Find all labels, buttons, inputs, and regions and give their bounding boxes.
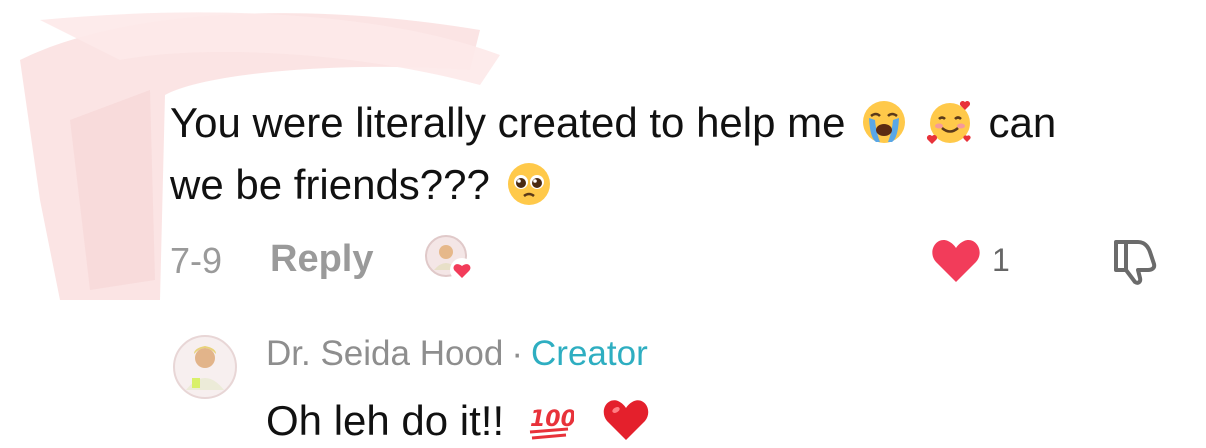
comment-date: 7-9 bbox=[170, 240, 223, 281]
thumbs-down-icon[interactable] bbox=[1108, 234, 1160, 286]
smiling-face-with-hearts-icon bbox=[926, 100, 971, 144]
like-button[interactable]: 1 bbox=[930, 236, 1026, 286]
comment-text-part2: can bbox=[988, 99, 1057, 146]
separator-dot: · bbox=[511, 334, 524, 373]
hundred-points-icon: 100 bbox=[529, 407, 574, 440]
reply-button[interactable]: Reply bbox=[270, 238, 373, 281]
reply-text: Oh leh do it!! 100 bbox=[266, 396, 653, 445]
reply-comment: Dr. Seida Hood · Creator Oh leh do it!! 10… bbox=[172, 330, 1172, 448]
pleading-face-icon bbox=[507, 163, 550, 205]
comment-text-part3: we be friends??? bbox=[170, 161, 490, 208]
comment-text: You were literally created to help me ca… bbox=[170, 92, 1170, 216]
red-heart-icon bbox=[604, 400, 649, 440]
reply-text-content: Oh leh do it!! bbox=[266, 397, 505, 444]
comment-meta-row: 7-9 Reply 1 bbox=[170, 230, 1170, 286]
reply-author-line: Dr. Seida Hood · Creator bbox=[266, 334, 648, 374]
creator-liked-avatar-icon[interactable] bbox=[422, 232, 478, 288]
loudly-crying-face-icon bbox=[863, 101, 906, 143]
creator-badge: Creator bbox=[531, 334, 648, 373]
like-count: 1 bbox=[992, 242, 1010, 278]
creator-avatar[interactable] bbox=[172, 334, 238, 400]
reply-author-name[interactable]: Dr. Seida Hood bbox=[266, 334, 503, 373]
heart-icon bbox=[932, 240, 980, 282]
comment-text-part1: You were literally created to help me bbox=[170, 99, 846, 146]
